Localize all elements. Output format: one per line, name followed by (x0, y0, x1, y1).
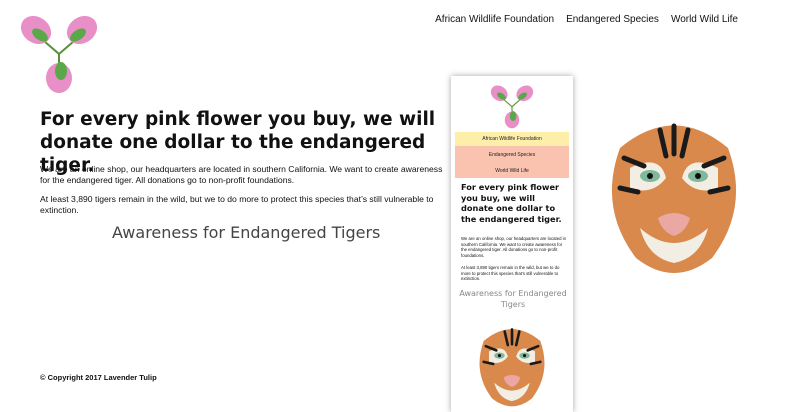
mobile-nav-african-wildlife-foundation[interactable]: African Wildlife Foundation (455, 132, 569, 146)
tigers-paragraph: At least 3,890 tigers remain in the wild… (40, 194, 434, 215)
mobile-nav-world-wild-life[interactable]: World Wild Life (455, 164, 569, 178)
mobile-headline: For every pink flower you buy, we will d… (461, 182, 562, 224)
nav-link-endangered-species[interactable]: Endangered Species (566, 14, 659, 25)
flower-logo-icon[interactable] (14, 8, 104, 94)
mobile-awareness-subtitle: Awareness for Endangered Tigers (459, 289, 567, 309)
flower-logo-icon (490, 85, 534, 129)
mobile-intro-paragraph: We are an online shop, our headquarters … (461, 236, 567, 258)
mobile-tigers-paragraph: At least 3,890 tigers remain in the wild… (461, 265, 560, 282)
mobile-nav-endangered-species[interactable]: Endangered Species (455, 146, 569, 164)
tiger-face-image (611, 123, 737, 273)
awareness-subtitle: Awareness for Endangered Tigers (112, 223, 381, 242)
intro-paragraph: We are an online shop, our headquarters … (40, 164, 443, 185)
mobile-preview: African Wildlife Foundation Endangered S… (451, 76, 573, 412)
top-navigation: African Wildlife Foundation Endangered S… (435, 14, 738, 25)
tiger-face-image (479, 328, 545, 407)
nav-link-african-wildlife-foundation[interactable]: African Wildlife Foundation (435, 14, 554, 25)
nav-link-world-wild-life[interactable]: World Wild Life (671, 14, 738, 25)
copyright-text: © Copyright 2017 Lavender Tulip (40, 373, 157, 382)
